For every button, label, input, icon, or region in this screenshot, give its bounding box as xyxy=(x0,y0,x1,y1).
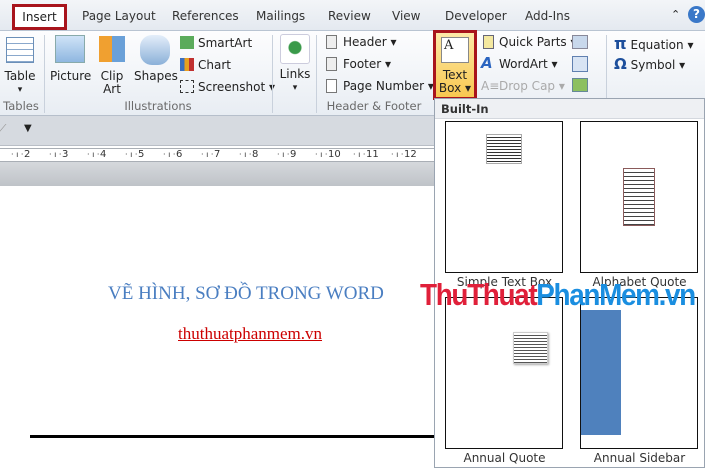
date-time-icon[interactable] xyxy=(572,56,588,72)
quick-parts-icon xyxy=(483,35,494,49)
ruler-tick-label: 2 xyxy=(24,149,31,160)
text-box-icon: A xyxy=(441,37,469,63)
shapes-button[interactable]: Shapes xyxy=(134,70,178,83)
group-tables: Tables xyxy=(3,99,39,113)
format-painter-icon[interactable]: ⟋ xyxy=(0,122,6,137)
customize-toolbar-icon[interactable]: ▼ xyxy=(24,123,32,134)
tab-review[interactable]: Review xyxy=(328,9,371,23)
quick-toolbar: ⟋ ▼ xyxy=(0,116,434,146)
links-icon[interactable] xyxy=(280,34,310,64)
page-number-button[interactable]: Page Number ▾ xyxy=(343,79,434,93)
tab-mailings[interactable]: Mailings xyxy=(256,9,305,23)
footer-icon xyxy=(326,57,337,71)
gallery-item-annual-quote[interactable] xyxy=(445,297,563,449)
smartart-button[interactable]: SmartArt xyxy=(198,36,252,50)
header-icon xyxy=(326,35,337,49)
picture-button[interactable]: Picture xyxy=(50,70,91,83)
chart-button[interactable]: Chart xyxy=(198,58,231,72)
table-button[interactable]: Table xyxy=(2,70,38,83)
gallery-item-simple-text-box[interactable] xyxy=(445,121,563,273)
gallery-label: Annual Sidebar xyxy=(593,451,686,465)
tab-developer[interactable]: Developer xyxy=(445,9,507,23)
arrow-line[interactable] xyxy=(30,435,434,438)
equation-button[interactable]: π Equation ▾ xyxy=(614,34,693,53)
screenshot-icon xyxy=(180,80,194,93)
gallery-header: Built-In xyxy=(435,99,704,119)
wordart-button[interactable]: WordArt ▾ xyxy=(499,57,558,71)
document-page: VẼ HÌNH, SƠ ĐỒ TRONG WORD thuthuatphanme… xyxy=(0,186,434,468)
gallery-item-annual-sidebar[interactable] xyxy=(580,297,698,449)
tab-references[interactable]: References xyxy=(172,9,239,23)
drop-cap-icon: A≡ xyxy=(481,79,500,93)
ruler-tick-label: 3 xyxy=(62,149,69,160)
smartart-icon xyxy=(180,36,194,49)
picture-icon[interactable] xyxy=(55,35,85,63)
clip-art-icon[interactable] xyxy=(99,36,125,62)
group-illustrations: Illustrations xyxy=(124,99,192,113)
ruler-tick-label: 8 xyxy=(252,149,259,160)
text-box-button[interactable]: A Text Box ▾ xyxy=(433,30,477,100)
ruler-tick-label: 5 xyxy=(138,149,145,160)
ruler-tick-label: 4 xyxy=(100,149,107,160)
chart-icon xyxy=(180,58,194,71)
document-title: VẼ HÌNH, SƠ ĐỒ TRONG WORD xyxy=(108,283,384,304)
tab-add-ins[interactable]: Add-Ins xyxy=(525,9,570,23)
symbol-button[interactable]: Ω Symbol ▾ xyxy=(614,55,685,73)
page-number-icon xyxy=(326,79,337,93)
ruler: 2 · ı · 3 · ı · 4 · ı · 5 · ı · 6 · ı · 7 · ı · 8 · ı… xyxy=(0,148,434,162)
ruler-tick-label: 7 xyxy=(214,149,221,160)
ruler-tick-label: 6 xyxy=(176,149,183,160)
tab-page-layout[interactable]: Page Layout xyxy=(82,9,156,23)
tab-view[interactable]: View xyxy=(392,9,420,23)
ruler-tick-label: 11 xyxy=(366,149,379,160)
group-header-footer: Header & Footer xyxy=(326,99,422,113)
ruler-tick-label: 12 xyxy=(404,149,417,160)
header-button[interactable]: Header ▾ xyxy=(343,35,397,49)
drop-cap-button[interactable]: Drop Cap ▾ xyxy=(499,79,565,93)
table-icon[interactable] xyxy=(6,37,34,63)
minimize-ribbon-icon[interactable]: ⌃ xyxy=(671,8,680,21)
wordart-icon: A xyxy=(481,54,493,72)
ribbon-tabs: Insert Page Layout References Mailings R… xyxy=(0,0,705,31)
watermark-logo: ThuThuatPhanMem.vn xyxy=(420,277,696,312)
page-margin-area xyxy=(0,162,434,186)
ruler-tick-label: 10 xyxy=(328,149,341,160)
shapes-icon[interactable] xyxy=(140,35,170,65)
omega-icon: Ω xyxy=(614,55,627,73)
document-link[interactable]: thuthuatphanmem.vn xyxy=(178,324,322,344)
gallery-item-alphabet-quote[interactable] xyxy=(580,121,698,273)
links-button[interactable]: Links xyxy=(276,68,314,81)
tab-insert[interactable]: Insert xyxy=(12,4,67,30)
signature-line-icon[interactable] xyxy=(572,35,588,49)
pi-icon: π xyxy=(614,34,627,53)
footer-button[interactable]: Footer ▾ xyxy=(343,57,391,71)
object-icon[interactable] xyxy=(572,78,588,92)
gallery-label: Annual Quote xyxy=(463,451,546,465)
quick-parts-button[interactable]: Quick Parts ▾ xyxy=(499,35,577,49)
screenshot-button[interactable]: Screenshot ▾ xyxy=(198,80,275,94)
clip-art-button[interactable]: Clip Art xyxy=(96,70,128,96)
help-icon[interactable]: ? xyxy=(688,6,705,23)
ruler-tick-label: 9 xyxy=(290,149,297,160)
